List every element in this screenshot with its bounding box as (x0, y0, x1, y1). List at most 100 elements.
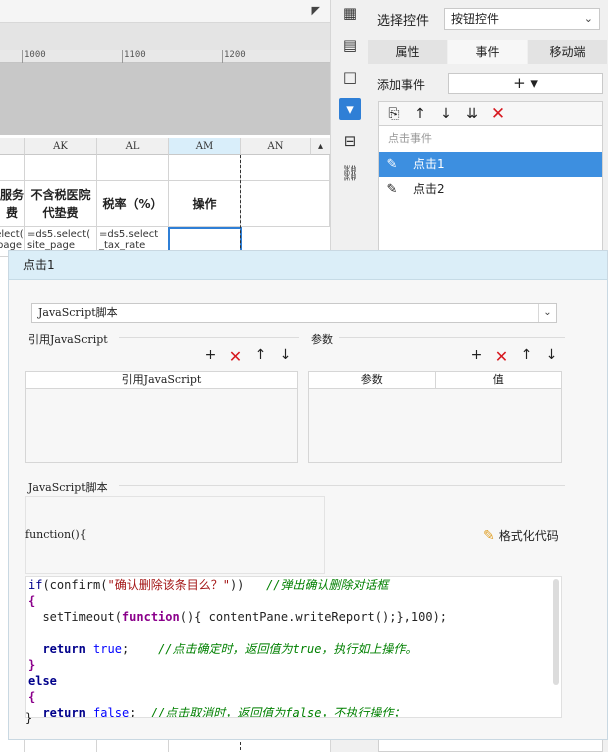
add-event-button[interactable]: + ▾ (448, 73, 603, 94)
data-column-icon[interactable]: ⊟ (339, 130, 361, 152)
event-item-click2[interactable]: ✎ 点击2 (379, 177, 602, 202)
chevron-down-icon: ⌄ (583, 12, 593, 25)
horizontal-ruler: 1000 1100 1200 (0, 50, 330, 63)
ruler-label: 1200 (224, 50, 246, 60)
event-label: 点击2 (413, 182, 445, 196)
code-keyword: return (42, 642, 86, 656)
params-label: 参数 (311, 333, 333, 346)
code-comment: //点击确定时，返回值为true，执行如上操作。 (158, 642, 418, 656)
sort-icon[interactable]: ⇊ (463, 105, 481, 123)
column-header-al[interactable]: AL (97, 138, 169, 155)
ref-js-column-header: 引用JavaScript (121, 373, 202, 386)
move-down-icon[interactable]: ↓ (278, 347, 293, 366)
column-header-ak[interactable]: AK (25, 138, 97, 155)
pencil-icon: ✎ (386, 182, 398, 197)
tab-mobile[interactable]: 移动端 (528, 40, 608, 64)
copy-icon[interactable]: ⎘ (385, 105, 403, 123)
header-cell-tax-rate[interactable]: 税率（%） (97, 181, 169, 227)
code-line: return true; //点击确定时，返回值为true，执行如上操作。 (42, 642, 418, 656)
code-line: return false; //点击取消时，返回值为false，不执行操作； (42, 706, 406, 718)
code-line: { (28, 690, 36, 704)
corner-arrow-icon[interactable]: ◤ (312, 4, 320, 17)
cell[interactable] (169, 155, 241, 181)
event-list-header: 点击事件 (388, 132, 432, 145)
delete-icon[interactable]: ✕ (494, 347, 509, 366)
ruler-label: 1100 (124, 50, 146, 60)
editor-top-bar: ◤ (0, 0, 330, 22)
code-line: if(confirm("确认删除该条目么？")) //弹出确认删除对话框 (28, 578, 389, 592)
script-type-select[interactable]: JavaScript脚本 ⌄ (31, 303, 557, 323)
cell[interactable] (241, 155, 330, 181)
ref-js-toolbar: + ✕ ↑ ↓ (203, 347, 293, 366)
tab-properties[interactable]: 属性 (368, 40, 448, 64)
code-literal: false (93, 706, 130, 718)
cell[interactable] (0, 155, 25, 181)
code-keyword: return (42, 706, 86, 718)
code-comment: //点击取消时，返回值为false，不执行操作； (150, 706, 406, 718)
move-up-icon[interactable]: ↑ (411, 105, 429, 123)
params-table[interactable]: 参数 值 (308, 371, 562, 463)
params-toolbar: + ✕ ↑ ↓ (469, 347, 559, 366)
column-header-an[interactable]: AN (241, 138, 311, 155)
move-up-icon[interactable]: ↑ (253, 347, 268, 366)
event-toolbar: ⎘ ↑ ↓ ⇊ ✕ (378, 101, 603, 125)
code-literal: true (93, 642, 122, 656)
panel-tabs: 属性 事件 移动端 (368, 40, 608, 64)
scroll-up-icon[interactable]: ▴ (311, 138, 330, 155)
add-icon[interactable]: + (203, 347, 218, 366)
cell[interactable] (25, 155, 97, 181)
add-event-label: 添加事件 (377, 78, 426, 92)
ruler-label: 1000 (24, 50, 46, 60)
function-close-brace: } (25, 711, 33, 725)
event-dialog: 点击1 JavaScript脚本 ⌄ 引用JavaScript 参数 + ✕ ↑… (8, 250, 608, 740)
param-column-header: 参数 (309, 372, 436, 388)
divider (119, 485, 565, 486)
widget-settings-icon[interactable]: ▾ (339, 98, 361, 120)
canvas-band (0, 22, 330, 50)
cell[interactable] (97, 155, 169, 181)
delete-icon[interactable]: ✕ (228, 347, 243, 366)
delete-icon[interactable]: ✕ (489, 104, 507, 124)
code-editor[interactable]: if(confirm("确认删除该条目么？")) //弹出确认删除对话框 { s… (25, 576, 562, 718)
code-line: else (28, 674, 57, 688)
add-icon[interactable]: + (469, 347, 484, 366)
event-item-click1[interactable]: ✎ 点击1 (379, 152, 602, 177)
column-header-am[interactable]: AM (169, 138, 241, 155)
code-comment: //弹出确认删除对话框 (266, 578, 389, 592)
tab-events[interactable]: 事件 (448, 40, 528, 64)
dialog-title: 点击1 (9, 251, 607, 280)
code-line: setTimeout(function(){ contentPane.write… (28, 610, 448, 624)
widget-select[interactable]: 按钮控件 ⌄ (444, 8, 600, 30)
brush-icon: ✎ (483, 527, 495, 544)
code-string: "确认删除该条目么？" (107, 578, 230, 592)
pencil-icon: ✎ (386, 157, 398, 172)
widget-select-value: 按钮控件 (451, 12, 500, 26)
format-code-button[interactable]: ✎ 格式化代码 (483, 527, 559, 544)
header-cell-hospital-fee[interactable]: 不含税医院 代垫费 (25, 181, 97, 227)
script-type-value: JavaScript脚本 (38, 306, 118, 319)
column-header[interactable] (0, 138, 25, 155)
move-down-icon[interactable]: ↓ (437, 105, 455, 123)
event-label: 点击1 (413, 157, 445, 171)
js-script-label: JavaScript脚本 (28, 481, 108, 494)
select-widget-label: 选择控件 (377, 14, 430, 29)
frame-icon[interactable]: □ (339, 66, 361, 88)
move-down-icon[interactable]: ↓ (544, 347, 559, 366)
code-scrollbar[interactable] (553, 579, 559, 685)
divider (339, 337, 565, 338)
value-column-header: 值 (492, 373, 504, 386)
hyperlink-icon[interactable]: ⛓ (339, 162, 361, 184)
function-header: function(){ (25, 528, 87, 541)
report-block-icon[interactable]: ▦ (339, 2, 361, 24)
cell-attribute-icon[interactable]: ▤ (339, 34, 361, 56)
header-cell-operation[interactable]: 操作 (169, 181, 241, 227)
move-up-icon[interactable]: ↑ (519, 347, 534, 366)
ref-js-label: 引用JavaScript (28, 333, 108, 346)
cell[interactable] (241, 181, 330, 227)
header-cell-service-fee[interactable]: 服务 费 (0, 181, 25, 227)
ref-js-table[interactable]: 引用JavaScript (25, 371, 298, 463)
format-code-label: 格式化代码 (498, 529, 559, 543)
canvas-area (0, 63, 330, 135)
code-line: } (28, 658, 36, 672)
code-keyword: function (121, 610, 180, 624)
